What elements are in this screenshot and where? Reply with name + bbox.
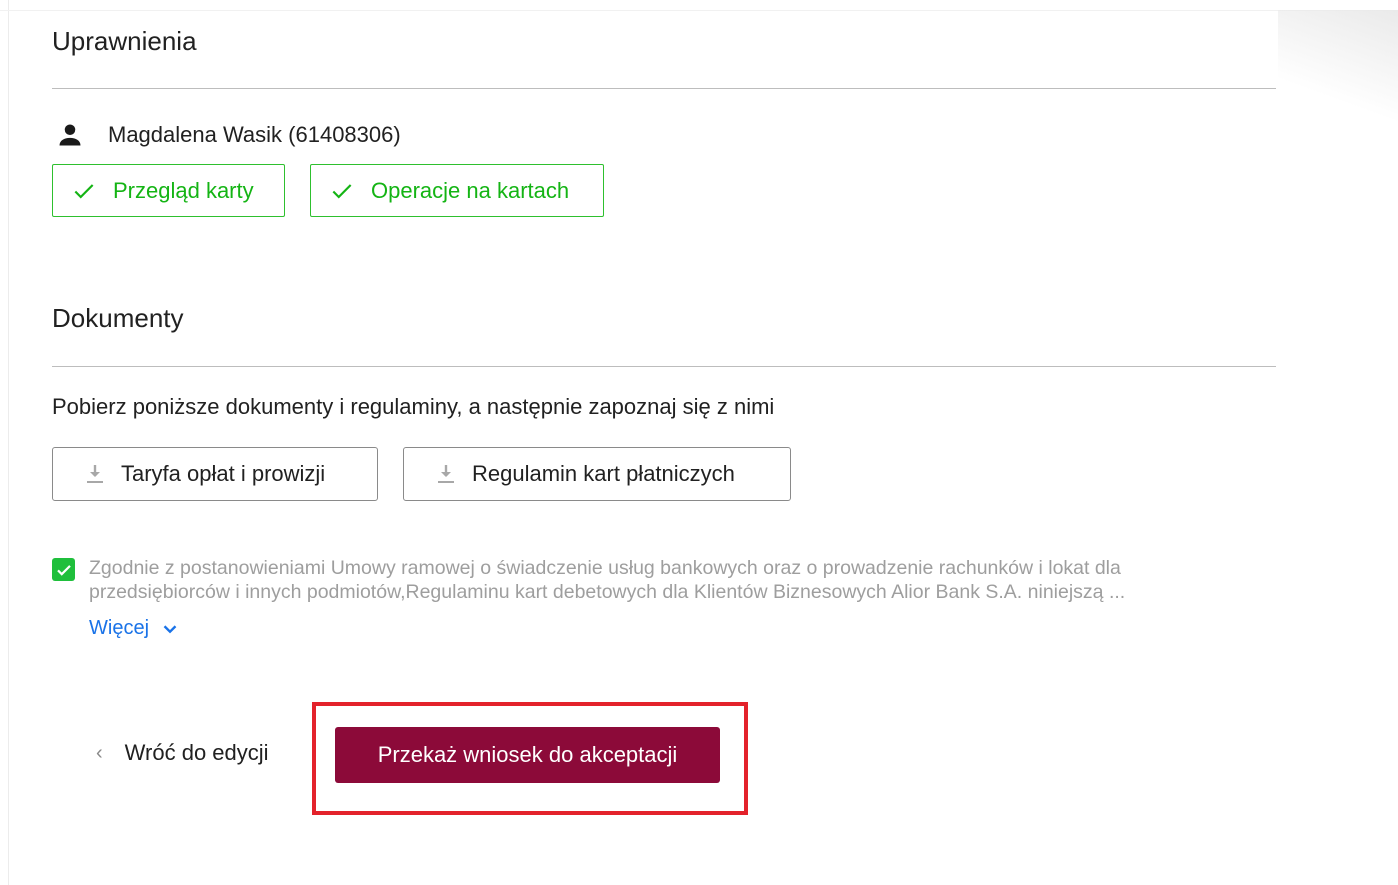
permission-chip-label: Operacje na kartach (371, 177, 570, 203)
permissions-divider (52, 88, 1276, 89)
documents-divider (52, 366, 1276, 367)
download-regulations-label: Regulamin kart płatniczych (472, 461, 735, 486)
right-shadow (1278, 10, 1398, 140)
checkmark-icon (56, 564, 71, 576)
user-name: Magdalena Wasik (61408306) (108, 122, 401, 147)
top-border (0, 10, 1398, 11)
chevron-down-icon (163, 624, 177, 633)
documents-title: Dokumenty (52, 303, 184, 333)
download-regulations-button[interactable]: Regulamin kart płatniczych (403, 447, 791, 501)
person-icon (59, 124, 81, 146)
consent-text-line: przedsiębiorców i innych podmiotów,Regul… (89, 581, 1126, 603)
check-icon (332, 183, 352, 198)
consent-checkbox[interactable] (52, 558, 75, 581)
back-to-edit-label: Wróć do edycji (124, 740, 269, 765)
permission-chip-card-view: Przegląd karty (52, 164, 285, 217)
user-row: Magdalena Wasik (61408306) (56, 121, 401, 149)
more-link-label: Więcej (89, 617, 150, 639)
chevron-left-icon: ‹ (96, 741, 103, 764)
left-border (8, 0, 9, 885)
download-fees-label: Taryfa opłat i prowizji (121, 461, 326, 486)
back-to-edit-link[interactable]: ‹ Wróć do edycji (96, 740, 269, 766)
check-icon (74, 183, 94, 198)
download-icon (438, 465, 454, 483)
documents-description: Pobierz poniższe dokumenty i regulaminy,… (52, 394, 775, 419)
download-fees-button[interactable]: Taryfa opłat i prowizji (52, 447, 378, 501)
consent-text-line: Zgodnie z postanowieniami Umowy ramowej … (89, 557, 1121, 579)
permissions-title: Uprawnienia (52, 26, 197, 56)
more-link[interactable]: Więcej (89, 617, 181, 640)
consent-text: Zgodnie z postanowieniami Umowy ramowej … (89, 556, 1249, 604)
permission-chip-card-operations: Operacje na kartach (310, 164, 604, 217)
download-icon (87, 465, 103, 483)
submit-for-approval-button[interactable]: Przekaż wniosek do akceptacji (335, 727, 720, 783)
permission-chip-label: Przegląd karty (113, 177, 254, 203)
